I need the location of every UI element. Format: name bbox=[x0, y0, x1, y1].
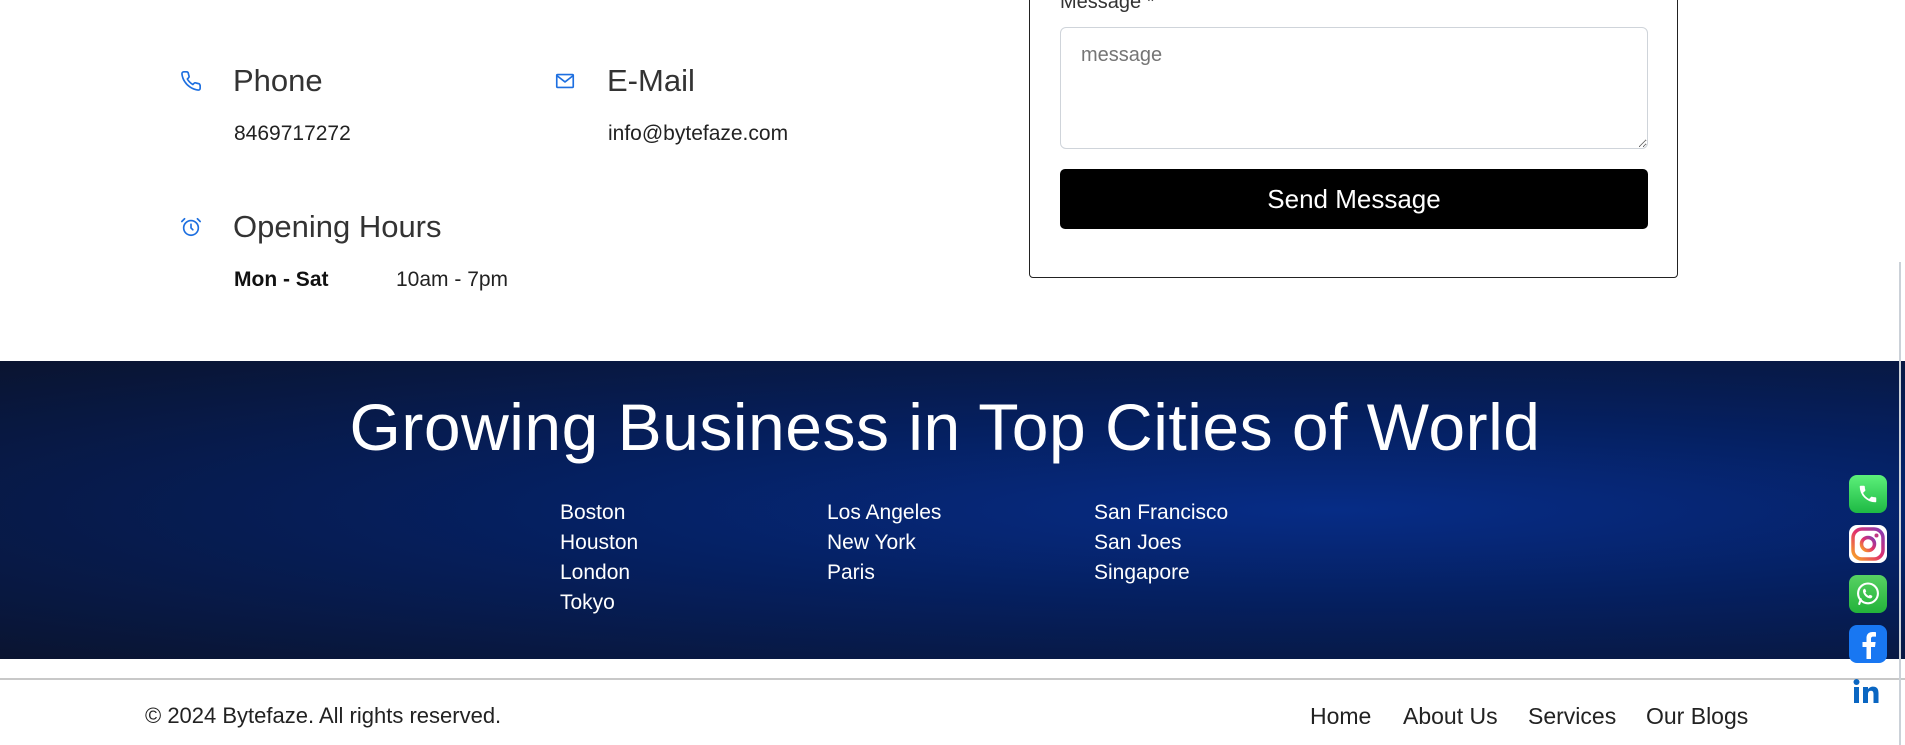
contact-phone: Phone bbox=[179, 63, 323, 99]
alarm-clock-icon bbox=[179, 215, 203, 239]
instagram-icon bbox=[1851, 527, 1885, 561]
cities-title: Growing Business in Top Cities of World bbox=[349, 390, 1541, 464]
copyright-text: © 2024 Bytefaze. All rights reserved. bbox=[145, 703, 502, 728]
phone-value[interactable]: 8469717272 bbox=[234, 122, 351, 146]
footer-nav-blogs[interactable]: Our Blogs bbox=[1646, 703, 1748, 730]
contact-hours: Opening Hours bbox=[179, 209, 442, 245]
footer-divider bbox=[0, 678, 1905, 680]
city-link[interactable]: San Francisco bbox=[1094, 501, 1228, 525]
linkedin-icon bbox=[1853, 679, 1879, 703]
city-link[interactable]: Houston bbox=[560, 531, 638, 555]
scrollbar-edge bbox=[1899, 262, 1901, 745]
whatsapp-icon bbox=[1857, 582, 1879, 605]
call-button[interactable] bbox=[1849, 475, 1887, 513]
city-link[interactable]: Singapore bbox=[1094, 561, 1190, 585]
footer-nav-home[interactable]: Home bbox=[1310, 703, 1371, 730]
phone-title: Phone bbox=[233, 63, 323, 98]
city-link[interactable]: London bbox=[560, 561, 630, 585]
instagram-button[interactable] bbox=[1849, 525, 1887, 563]
city-link[interactable]: San Joes bbox=[1094, 531, 1182, 555]
facebook-button[interactable] bbox=[1849, 625, 1887, 663]
contact-email: E-Mail bbox=[553, 63, 695, 99]
message-input[interactable] bbox=[1060, 27, 1648, 149]
facebook-icon bbox=[1862, 632, 1876, 659]
linkedin-button[interactable] bbox=[1849, 673, 1887, 711]
contact-form-card: Message * Send Message bbox=[1029, 0, 1678, 278]
whatsapp-button[interactable] bbox=[1849, 575, 1887, 613]
email-value[interactable]: info@bytefaze.com bbox=[608, 122, 788, 146]
cities-section: Growing Business in Top Cities of World … bbox=[0, 361, 1905, 659]
city-link[interactable]: Los Angeles bbox=[827, 501, 941, 525]
hours-days: Mon - Sat bbox=[234, 268, 329, 291]
hours-title: Opening Hours bbox=[233, 209, 442, 244]
city-link[interactable]: Boston bbox=[560, 501, 625, 525]
hours-time: 10am - 7pm bbox=[396, 268, 509, 291]
footer-nav-about[interactable]: About Us bbox=[1403, 703, 1498, 730]
send-message-button[interactable]: Send Message bbox=[1060, 169, 1648, 229]
email-title: E-Mail bbox=[607, 63, 695, 98]
city-link[interactable]: Tokyo bbox=[560, 591, 615, 615]
phone-icon bbox=[1859, 485, 1877, 503]
city-link[interactable]: New York bbox=[827, 531, 916, 555]
footer-nav-services[interactable]: Services bbox=[1528, 703, 1616, 730]
phone-icon bbox=[179, 69, 203, 93]
city-link[interactable]: Paris bbox=[827, 561, 875, 585]
message-label: Message * bbox=[1060, 0, 1155, 13]
mail-icon bbox=[553, 69, 577, 93]
